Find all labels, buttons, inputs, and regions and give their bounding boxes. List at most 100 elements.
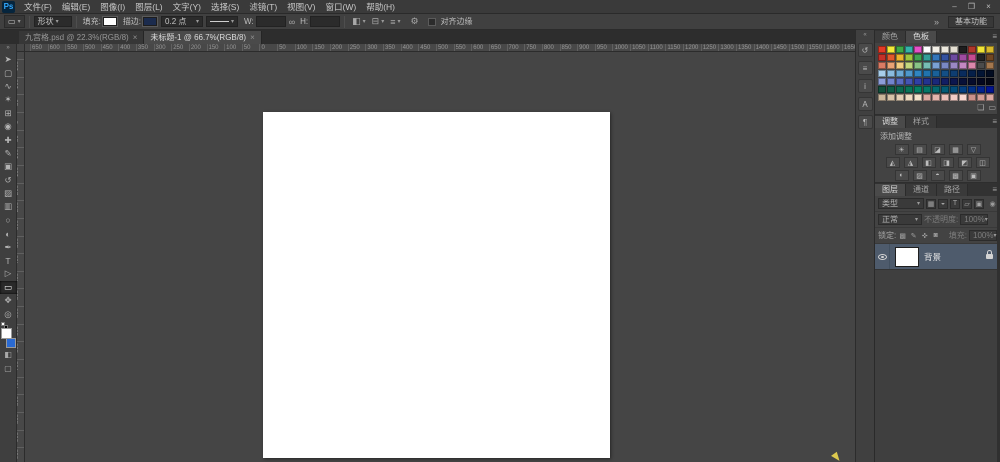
color-swatch[interactable]: [914, 78, 922, 85]
color-swatch[interactable]: [968, 86, 976, 93]
color-swatch[interactable]: [959, 46, 967, 53]
restore-button[interactable]: ❐: [963, 1, 980, 12]
color-swatch[interactable]: [941, 46, 949, 53]
color-swatch[interactable]: [950, 70, 958, 77]
menu-item[interactable]: 选择(S): [206, 0, 244, 14]
color-swatch[interactable]: [941, 54, 949, 61]
stroke-type-select[interactable]: ▾: [206, 16, 238, 27]
rectangle-tool[interactable]: ▭: [0, 281, 17, 294]
color-swatch[interactable]: [950, 94, 958, 101]
dodge-tool[interactable]: ◐: [0, 227, 17, 240]
layer-filter-select[interactable]: 类型 ▾: [878, 198, 924, 209]
path-selection-tool[interactable]: ▷: [0, 267, 17, 280]
blend-mode-select[interactable]: 正常 ▾: [878, 214, 922, 225]
panel-tab[interactable]: 图层: [875, 184, 906, 196]
panel-tab[interactable]: 调整: [875, 116, 906, 128]
healing-brush-tool[interactable]: ✚: [0, 133, 17, 146]
document-tab[interactable]: 九宫格.psd @ 22.3%(RGB/8)×: [19, 31, 144, 44]
color-swatch[interactable]: [914, 46, 922, 53]
panel-tab[interactable]: 路径: [937, 184, 968, 196]
brightness-contrast-icon[interactable]: ☀: [895, 144, 909, 155]
color-swatch[interactable]: [950, 54, 958, 61]
color-lookup-icon[interactable]: ◫: [976, 157, 990, 168]
fill-input[interactable]: 100% ▾: [969, 230, 997, 241]
color-swatch[interactable]: [887, 62, 895, 69]
path-operations-icon[interactable]: ◧▾: [349, 16, 369, 27]
color-swatch[interactable]: [977, 70, 985, 77]
eyedropper-tool[interactable]: ◉: [0, 120, 17, 133]
align-edges-checkbox[interactable]: [428, 18, 436, 26]
color-swatch[interactable]: [923, 86, 931, 93]
color-swatch[interactable]: [923, 94, 931, 101]
stroke-color-swatch[interactable]: [143, 17, 157, 26]
color-swatch[interactable]: [878, 70, 886, 77]
color-swatch[interactable]: [905, 70, 913, 77]
menu-item[interactable]: 编辑(E): [57, 0, 95, 14]
link-dimensions-icon[interactable]: ∞: [286, 17, 298, 27]
character-panel-icon[interactable]: A: [858, 97, 873, 111]
color-swatch[interactable]: [932, 54, 940, 61]
invert-icon[interactable]: ◐: [895, 170, 909, 181]
filter-smart-objects-icon[interactable]: ▣: [974, 199, 984, 209]
color-swatch[interactable]: [941, 78, 949, 85]
color-swatch[interactable]: [932, 78, 940, 85]
properties-panel-icon[interactable]: ≡: [858, 61, 873, 75]
channel-mixer-icon[interactable]: ◩: [958, 157, 972, 168]
color-swatch[interactable]: [959, 70, 967, 77]
color-swatch[interactable]: [914, 54, 922, 61]
color-swatch[interactable]: [878, 46, 886, 53]
color-swatch[interactable]: [941, 94, 949, 101]
canvas-area[interactable]: [25, 52, 855, 462]
panel-tab[interactable]: 通道: [906, 184, 937, 196]
color-swatch[interactable]: [887, 46, 895, 53]
color-swatch[interactable]: [968, 46, 976, 53]
color-swatch[interactable]: [977, 46, 985, 53]
type-tool[interactable]: T: [0, 254, 17, 267]
color-swatch[interactable]: [941, 70, 949, 77]
lock-transparency-icon[interactable]: ▩: [898, 231, 907, 240]
color-swatch[interactable]: [914, 70, 922, 77]
photo-filter-icon[interactable]: ◨: [940, 157, 954, 168]
tool-preset-picker[interactable]: ▭ ▾: [4, 15, 25, 28]
threshold-icon[interactable]: ◓: [931, 170, 945, 181]
menu-item[interactable]: 图层(L): [130, 0, 167, 14]
color-swatch[interactable]: [896, 94, 904, 101]
tool-mode-select[interactable]: 形状 ▾: [34, 16, 72, 27]
color-swatch[interactable]: [986, 54, 994, 61]
opacity-input[interactable]: 100% ▾: [960, 214, 988, 225]
color-swatch[interactable]: [968, 62, 976, 69]
vibrance-icon[interactable]: ▽: [967, 144, 981, 155]
color-swatch[interactable]: [977, 94, 985, 101]
path-arrangement-icon[interactable]: ≡▾: [387, 17, 403, 27]
color-swatch[interactable]: [905, 62, 913, 69]
panel-tab[interactable]: 样式: [906, 116, 937, 128]
selective-color-icon[interactable]: ▣: [967, 170, 981, 181]
menu-item[interactable]: 文字(Y): [168, 0, 206, 14]
delete-swatch-button[interactable]: ▭: [988, 103, 996, 112]
color-swatch[interactable]: [896, 78, 904, 85]
color-swatch[interactable]: [968, 78, 976, 85]
color-swatch[interactable]: [968, 70, 976, 77]
color-swatch[interactable]: [914, 62, 922, 69]
levels-icon[interactable]: ▤: [913, 144, 927, 155]
color-swatch[interactable]: [941, 62, 949, 69]
expand-dock-icon[interactable]: «: [863, 30, 866, 41]
layer-filter-toggle[interactable]: ◉: [988, 199, 997, 208]
color-swatch[interactable]: [986, 86, 994, 93]
menu-item[interactable]: 滤镜(T): [244, 0, 282, 14]
close-button[interactable]: ×: [980, 1, 997, 12]
background-color-swatch[interactable]: [6, 338, 16, 348]
color-swatch[interactable]: [896, 62, 904, 69]
workspace-switcher[interactable]: 基本功能: [948, 16, 994, 28]
menu-item[interactable]: 窗口(W): [321, 0, 362, 14]
zoom-tool[interactable]: ◎: [0, 307, 17, 320]
eraser-tool[interactable]: ▨: [0, 187, 17, 200]
height-input[interactable]: [310, 16, 340, 27]
color-swatch[interactable]: [932, 62, 940, 69]
lock-image-icon[interactable]: ✎: [909, 231, 918, 240]
menu-item[interactable]: 文件(F): [19, 0, 57, 14]
menu-item[interactable]: 图像(I): [95, 0, 130, 14]
color-swatch[interactable]: [968, 94, 976, 101]
color-swatch[interactable]: [959, 86, 967, 93]
clone-stamp-tool[interactable]: ▣: [0, 160, 17, 173]
